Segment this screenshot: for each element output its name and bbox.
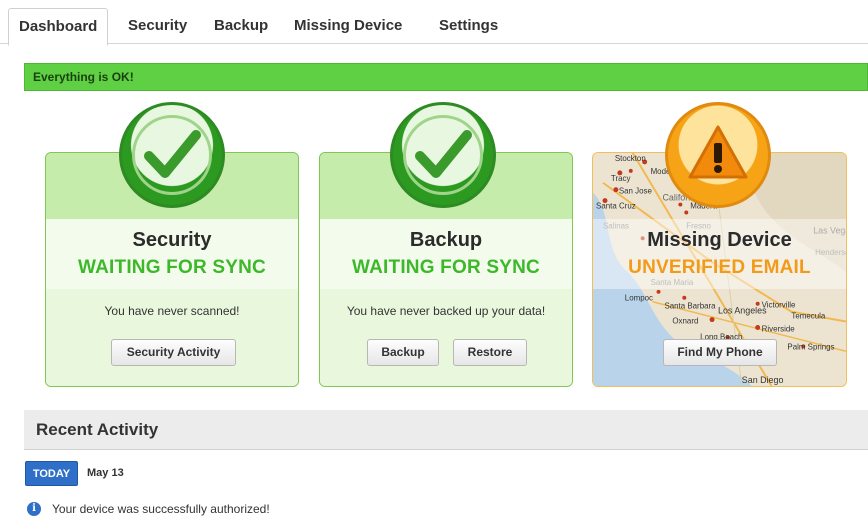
missing-device-card-title: Missing Device <box>647 229 792 251</box>
status-bar: Everything is OK! <box>24 63 868 91</box>
svg-text:Temecula: Temecula <box>791 312 825 321</box>
tab-bar: Dashboard Security Backup Missing Device… <box>0 0 868 46</box>
tab-settings[interactable]: Settings <box>439 8 498 44</box>
svg-text:Victorville: Victorville <box>762 301 796 310</box>
svg-text:Oxnard: Oxnard <box>672 317 698 326</box>
backup-card-message: You have never backed up your data! <box>346 304 546 318</box>
checkmark-icon <box>415 130 472 178</box>
svg-text:Palm Springs: Palm Springs <box>787 342 834 351</box>
svg-text:Lompoc: Lompoc <box>625 294 653 303</box>
svg-text:Stockton: Stockton <box>615 154 646 163</box>
tab-security[interactable]: Security <box>128 8 187 44</box>
recent-activity-header: Recent Activity <box>24 410 868 450</box>
svg-text:Los Angeles: Los Angeles <box>718 306 767 316</box>
security-card-title: Security <box>132 229 212 251</box>
info-icon: i <box>27 502 41 516</box>
svg-text:San Jose: San Jose <box>619 187 653 196</box>
recent-activity-title: Recent Activity <box>36 420 159 439</box>
status-text: Everything is OK! <box>33 70 134 84</box>
svg-text:Santa Barbara: Santa Barbara <box>664 302 716 311</box>
svg-text:Santa Cruz: Santa Cruz <box>596 202 636 211</box>
tab-backup[interactable]: Backup <box>214 8 268 44</box>
missing-device-card-status: UNVERIFIED EMAIL <box>628 257 811 278</box>
svg-text:Riverside: Riverside <box>762 324 796 333</box>
security-card-message: You have never scanned! <box>104 304 240 318</box>
tab-missing-device[interactable]: Missing Device <box>294 8 402 44</box>
activity-item-text: Your device was successfully authorized! <box>52 502 270 516</box>
backup-card-status: WAITING FOR SYNC <box>352 257 540 278</box>
backup-button[interactable]: Backup <box>367 339 439 366</box>
backup-card-title: Backup <box>409 229 483 251</box>
security-status-badge <box>119 102 225 208</box>
missing-device-status-badge <box>665 102 771 208</box>
checkmark-icon <box>144 130 201 178</box>
activity-date: May 13 <box>87 467 124 479</box>
today-badge: TODAY <box>25 461 78 486</box>
tab-dashboard[interactable]: Dashboard <box>8 8 109 46</box>
backup-status-badge <box>390 102 496 208</box>
security-activity-button[interactable]: Security Activity <box>111 339 236 366</box>
find-my-phone-button[interactable]: Find My Phone <box>663 339 777 366</box>
security-card-status: WAITING FOR SYNC <box>78 257 266 278</box>
svg-text:Tracy: Tracy <box>611 174 631 183</box>
svg-text:San Diego: San Diego <box>742 375 784 385</box>
warning-icon <box>688 125 748 179</box>
restore-button[interactable]: Restore <box>453 339 527 366</box>
